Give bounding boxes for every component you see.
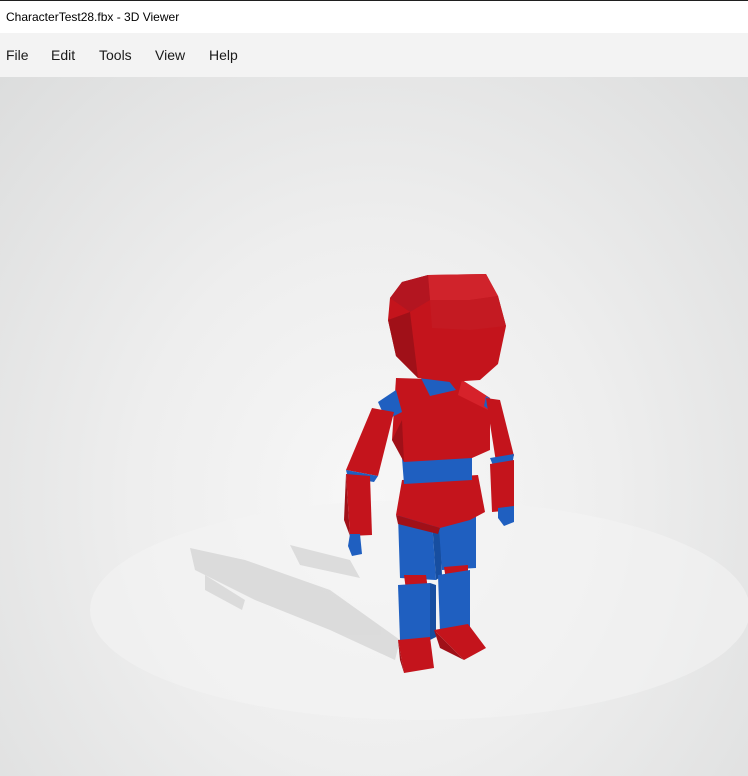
menu-view[interactable]: View (155, 47, 185, 63)
window-title: CharacterTest28.fbx - 3D Viewer (6, 10, 180, 24)
menu-tools[interactable]: Tools (99, 47, 132, 63)
character-model[interactable] (0, 77, 748, 776)
menu-bar: File Edit Tools View Help (0, 33, 748, 77)
title-bar: CharacterTest28.fbx - 3D Viewer (0, 0, 748, 33)
3d-viewport[interactable] (0, 77, 748, 776)
menu-help[interactable]: Help (209, 47, 238, 63)
menu-file[interactable]: File (6, 47, 29, 63)
menu-edit[interactable]: Edit (51, 47, 75, 63)
head (388, 274, 506, 382)
